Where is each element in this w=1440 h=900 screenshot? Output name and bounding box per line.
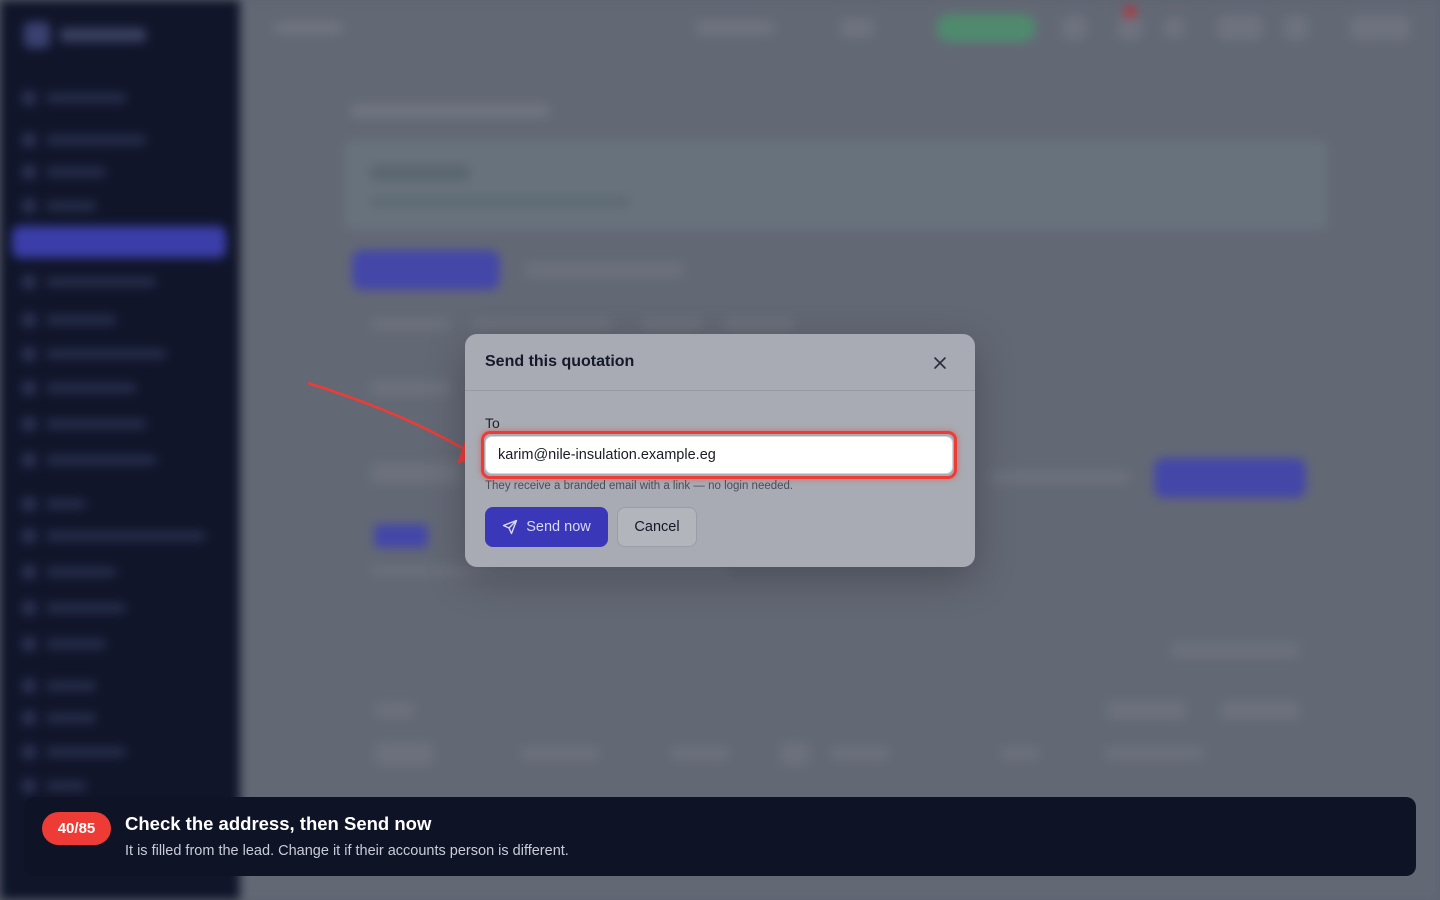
send-now-button[interactable]: Send now [485, 507, 608, 547]
to-label: To [485, 415, 500, 431]
close-button[interactable] [929, 352, 951, 374]
tutorial-banner: 40/85 Check the address, then Send now I… [24, 797, 1416, 876]
recipient-email-input[interactable] [485, 436, 953, 474]
modal-title: Send this quotation [485, 353, 635, 370]
tutorial-text: It is filled from the lead. Change it if… [125, 843, 569, 859]
modal-header: Send this quotation [465, 334, 975, 391]
step-badge: 40/85 [42, 812, 111, 845]
tutorial-title: Check the address, then Send now [125, 813, 432, 834]
topbar [240, 0, 1440, 60]
send-now-label: Send now [526, 519, 591, 535]
send-icon [503, 519, 518, 535]
sidebar [0, 0, 240, 900]
sidebar-active-item [12, 226, 226, 258]
send-quotation-modal: Send this quotation To They receive a br… [465, 334, 975, 567]
logo [24, 22, 146, 48]
cancel-button[interactable]: Cancel [617, 507, 697, 547]
close-icon [934, 357, 946, 369]
helper-text: They receive a branded email with a link… [485, 480, 794, 492]
